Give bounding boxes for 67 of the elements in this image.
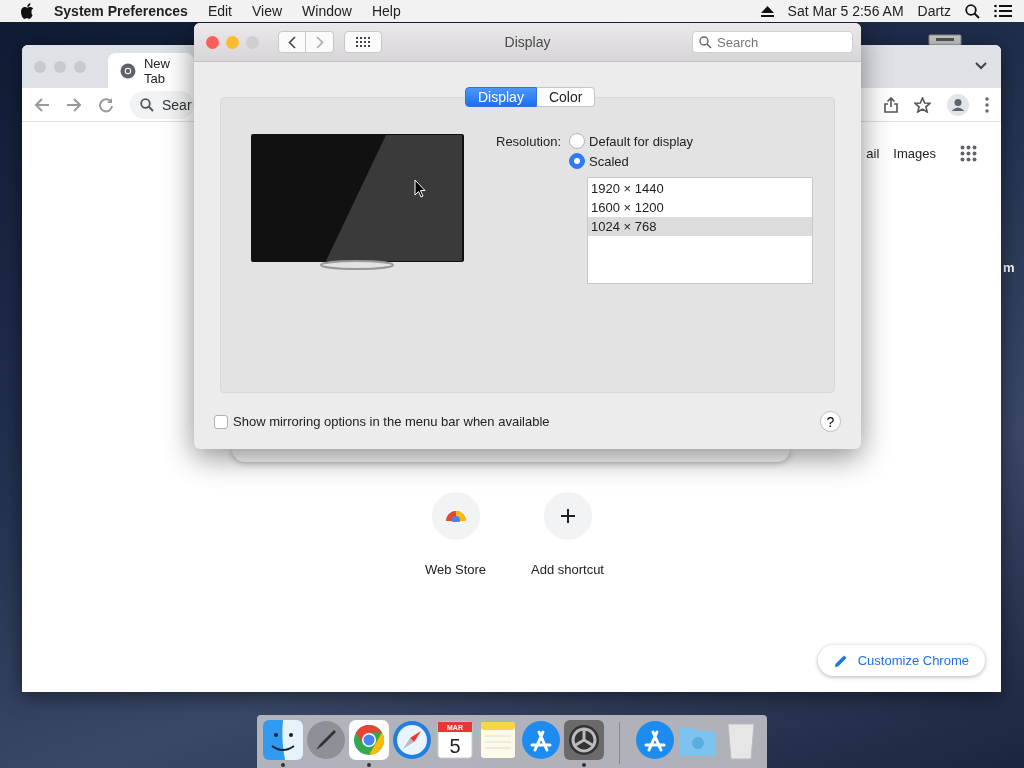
chevron-down-icon[interactable] [975,62,987,70]
menu-item[interactable]: Help [371,3,401,19]
profile-icon[interactable] [947,93,969,116]
pointer-icon [414,179,426,198]
radio-button[interactable] [569,133,586,149]
star-icon[interactable] [914,96,931,113]
shortcut-label: Web Store [424,562,487,577]
radio-label: Scaled [589,153,629,169]
eject-icon[interactable] [760,5,774,17]
desktop-icon-label: m [1003,260,1015,275]
help-button[interactable]: ? [820,411,841,432]
compass-icon[interactable] [392,720,432,760]
tab-title: New Tab [143,55,171,86]
address-text: Sear [162,96,192,113]
address-bar[interactable]: Sear [130,90,194,119]
shortcut-label: Add shortcut [531,562,604,577]
app-store-icon[interactable] [635,720,675,760]
shortcut-tile[interactable] [431,492,480,540]
user-menu[interactable]: Dartz [917,3,951,19]
search-icon[interactable] [965,3,980,19]
grid-icon [356,37,370,47]
menu-item[interactable]: Edit [207,3,232,19]
list-icon[interactable] [994,4,1012,18]
chevron-right-icon [315,35,324,49]
window-title: Display [504,34,551,50]
drive-icon [928,34,962,46]
list-item[interactable]: 1600 × 1200 [588,198,813,217]
search-icon [699,36,712,49]
tab[interactable]: Color [536,87,596,107]
shortcut-tile[interactable] [543,492,592,540]
plus-icon [559,508,576,524]
share-icon[interactable] [884,96,898,113]
resolution-label: Resolution: [496,133,562,151]
browser-tab[interactable]: New Tab [108,53,194,88]
notepad-icon[interactable] [478,720,518,760]
show-all-button[interactable] [344,31,382,53]
reload-icon[interactable] [98,96,114,113]
app-menu[interactable]: System Preferences [54,3,188,19]
customize-button[interactable]: Customize Chrome [817,645,985,676]
radio-button[interactable] [569,153,586,169]
apple-icon [20,3,34,19]
chevron-left-icon [288,35,296,49]
rainbow-icon [444,510,467,522]
radio-label: Default for display [589,133,694,149]
menu-item[interactable]: Window [302,3,352,19]
header-link[interactable]: ail [866,146,880,161]
tab[interactable]: Display [465,87,537,107]
list-item[interactable]: 1920 × 1440 [588,179,813,198]
back-icon[interactable] [34,96,50,113]
checkbox-label: Show mirroring options in the menu bar when available [233,414,550,429]
forward-icon[interactable] [66,96,82,113]
chrome-icon[interactable] [349,720,389,760]
close-button[interactable] [206,35,219,49]
menu-item[interactable]: View [252,3,283,19]
face-icon[interactable] [263,720,303,760]
checkbox[interactable] [214,414,228,429]
header-link[interactable]: Images [893,146,936,161]
more-icon[interactable] [985,96,989,113]
chrome-icon [120,62,136,79]
app-store-icon[interactable] [521,720,561,760]
search-icon [140,97,154,112]
list-item[interactable]: 1024 × 768 [588,217,813,236]
menu-clock[interactable]: Sat Mar 5 2:56 AM [787,3,904,19]
apps-grid-icon[interactable] [960,145,977,162]
back-button[interactable] [278,31,306,53]
pencil-icon [833,653,848,668]
search-field[interactable]: Search [692,31,853,53]
